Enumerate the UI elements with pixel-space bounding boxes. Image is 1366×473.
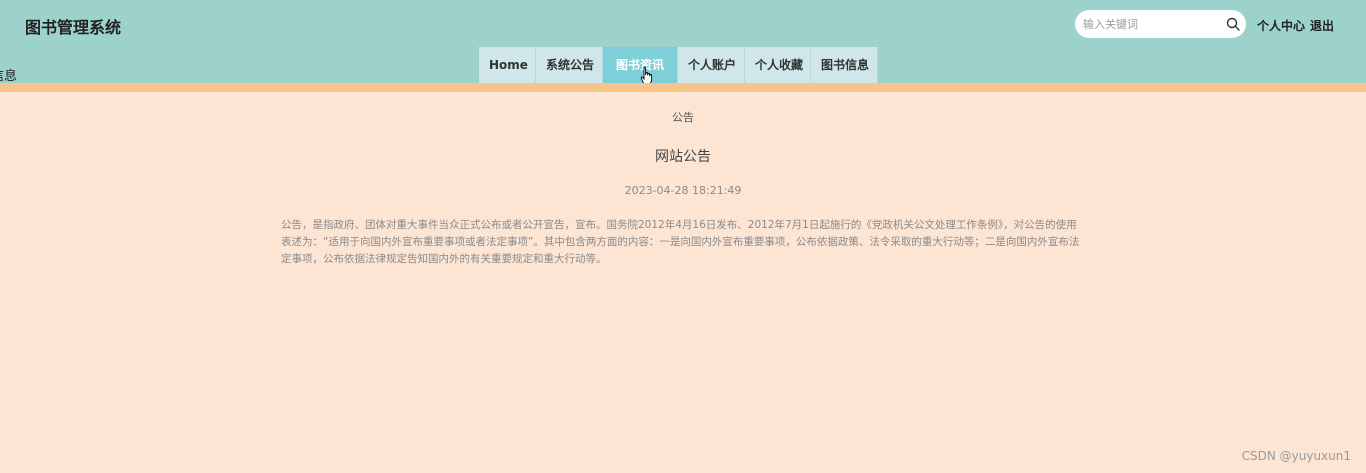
overflow-text: 信息: [0, 69, 18, 84]
tab-favorites[interactable]: 个人收藏: [745, 47, 811, 83]
tab-home[interactable]: Home: [479, 47, 536, 83]
tab-system-notice[interactable]: 系统公告: [536, 47, 603, 83]
search-input[interactable]: [1075, 10, 1215, 38]
main-nav: Home 系统公告 图书资讯 个人账户 个人收藏 图书信息: [479, 47, 878, 83]
top-header: 图书管理系统 信息 个人中心 退出 Home 系统公告 图书资讯 个人账户 个人…: [0, 0, 1366, 85]
site-title: 图书管理系统: [25, 18, 122, 37]
tab-personal-account[interactable]: 个人账户: [678, 47, 745, 83]
watermark: CSDN @yuyuxun1: [1241, 449, 1351, 463]
tab-book-info[interactable]: 图书信息: [811, 47, 878, 83]
breadcrumb: 公告: [672, 111, 694, 124]
search-box: [1075, 10, 1246, 38]
notice-content: 公告，是指政府、团体对重大事件当众正式公布或者公开宣告，宣布。国务院2012年4…: [281, 219, 1080, 265]
search-icon[interactable]: [1226, 17, 1240, 31]
page-title: 网站公告: [655, 149, 711, 165]
publish-date: 2023-04-28 18:21:49: [624, 184, 742, 197]
logout-link[interactable]: 退出: [1310, 17, 1334, 34]
accent-stripe: [0, 83, 1366, 92]
user-center-link[interactable]: 个人中心: [1257, 17, 1305, 34]
